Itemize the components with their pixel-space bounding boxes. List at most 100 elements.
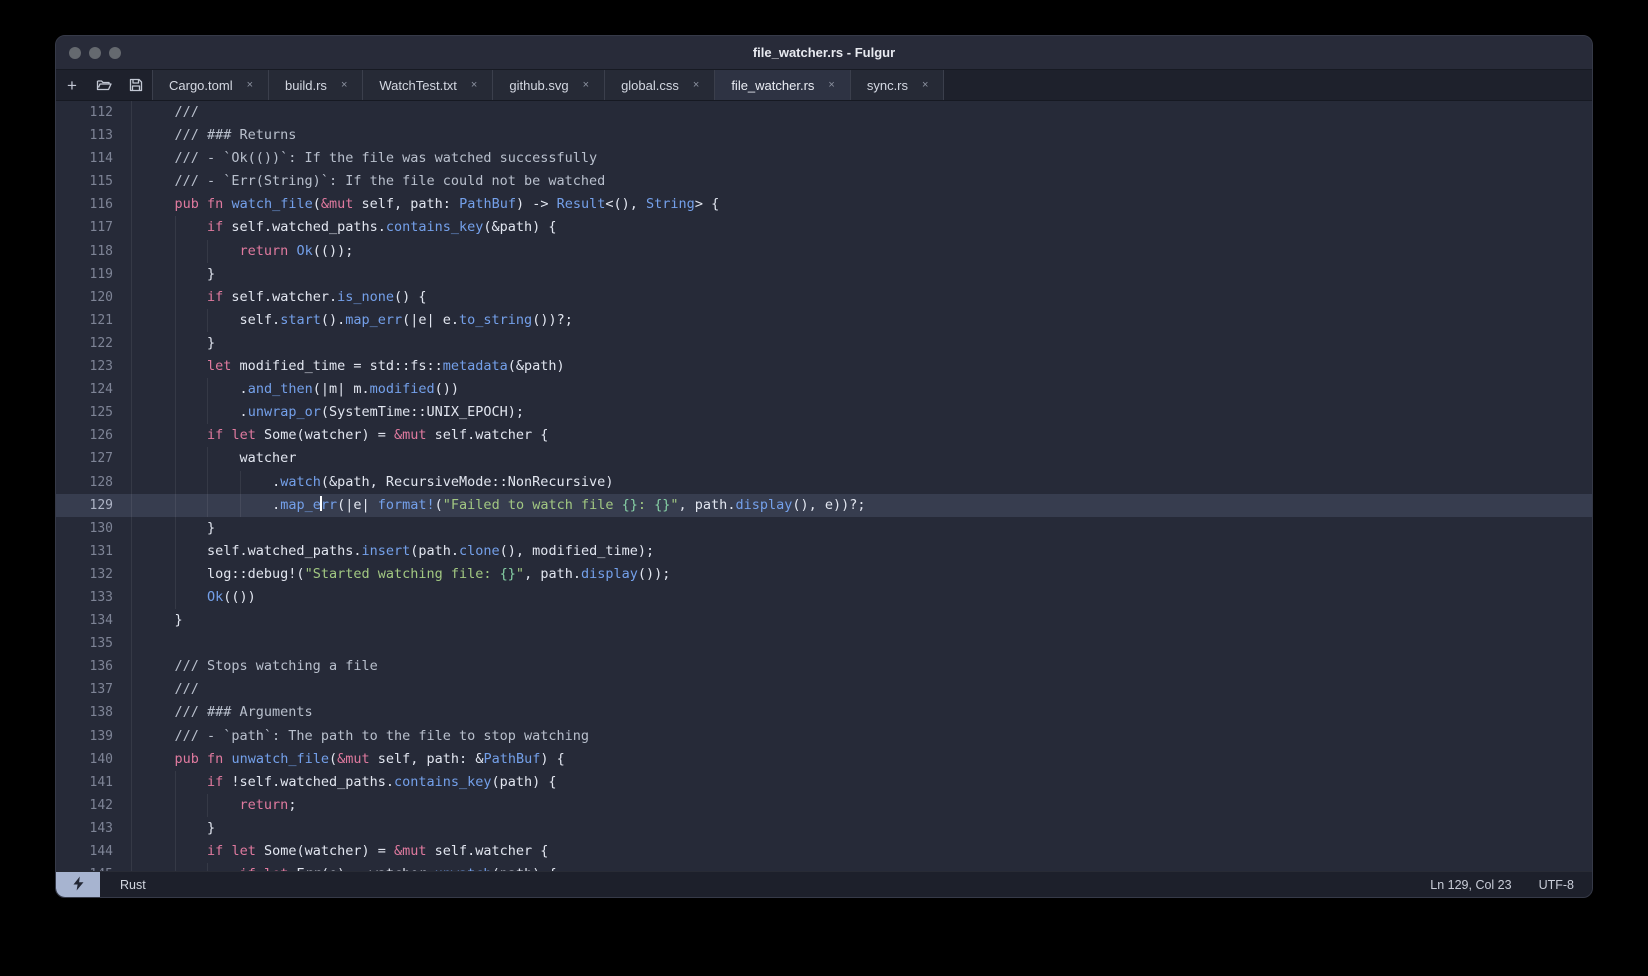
line-number[interactable]: 113 xyxy=(56,124,131,147)
tab-watchtest-txt[interactable]: WatchTest.txt× xyxy=(362,70,492,100)
folder-icon xyxy=(96,78,112,92)
line-number[interactable]: 120 xyxy=(56,286,131,309)
line-number[interactable]: 129 xyxy=(56,494,131,517)
line-number[interactable]: 125 xyxy=(56,401,131,424)
line-number[interactable]: 144 xyxy=(56,840,131,863)
language-badge[interactable] xyxy=(56,872,100,897)
line-number[interactable]: 135 xyxy=(56,632,131,655)
code-line-134[interactable]: 134 } xyxy=(56,609,1592,632)
code-line-129[interactable]: 129 .map_err(|e| format!("Failed to watc… xyxy=(56,494,1592,517)
line-number[interactable]: 127 xyxy=(56,447,131,470)
code-line-112[interactable]: 112 /// xyxy=(56,101,1592,124)
code-text: self.watched_paths.insert(path.clone(), … xyxy=(131,540,1592,563)
tab-close-icon[interactable]: × xyxy=(580,78,592,92)
code-line-135[interactable]: 135 xyxy=(56,632,1592,655)
tab-close-icon[interactable]: × xyxy=(825,78,837,92)
tab-cargo-toml[interactable]: Cargo.toml× xyxy=(152,70,268,100)
tab-github-svg[interactable]: github.svg× xyxy=(492,70,604,100)
line-number[interactable]: 142 xyxy=(56,794,131,817)
tab-global-css[interactable]: global.css× xyxy=(604,70,714,100)
code-text: /// xyxy=(131,678,1592,701)
code-line-136[interactable]: 136 /// Stops watching a file xyxy=(56,655,1592,678)
line-number[interactable]: 131 xyxy=(56,540,131,563)
code-line-127[interactable]: 127 watcher xyxy=(56,447,1592,470)
zoom-window-button[interactable] xyxy=(109,47,121,59)
code-line-140[interactable]: 140 pub fn unwatch_file(&mut self, path:… xyxy=(56,748,1592,771)
code-line-120[interactable]: 120 if self.watcher.is_none() { xyxy=(56,286,1592,309)
cursor-position-label[interactable]: Ln 129, Col 23 xyxy=(1430,878,1511,892)
code-line-115[interactable]: 115 /// - `Err(String)`: If the file cou… xyxy=(56,170,1592,193)
code-line-141[interactable]: 141 if !self.watched_paths.contains_key(… xyxy=(56,771,1592,794)
titlebar[interactable]: file_watcher.rs - Fulgur xyxy=(56,36,1592,70)
open-folder-button[interactable] xyxy=(88,70,120,100)
code-line-121[interactable]: 121 self.start().map_err(|e| e.to_string… xyxy=(56,309,1592,332)
tab-sync-rs[interactable]: sync.rs× xyxy=(850,70,945,100)
minimize-window-button[interactable] xyxy=(89,47,101,59)
line-number[interactable]: 116 xyxy=(56,193,131,216)
line-number[interactable]: 112 xyxy=(56,101,131,124)
code-line-130[interactable]: 130 } xyxy=(56,517,1592,540)
line-number[interactable]: 119 xyxy=(56,263,131,286)
line-number[interactable]: 124 xyxy=(56,378,131,401)
language-label[interactable]: Rust xyxy=(120,878,146,892)
encoding-label[interactable]: UTF-8 xyxy=(1539,878,1574,892)
code-line-132[interactable]: 132 log::debug!("Started watching file: … xyxy=(56,563,1592,586)
code-line-142[interactable]: 142 return; xyxy=(56,794,1592,817)
tab-close-icon[interactable]: × xyxy=(690,78,702,92)
line-number[interactable]: 115 xyxy=(56,170,131,193)
code-line-143[interactable]: 143 } xyxy=(56,817,1592,840)
code-line-124[interactable]: 124 .and_then(|m| m.modified()) xyxy=(56,378,1592,401)
line-number[interactable]: 140 xyxy=(56,748,131,771)
save-button[interactable] xyxy=(120,70,152,100)
line-number[interactable]: 143 xyxy=(56,817,131,840)
code-line-131[interactable]: 131 self.watched_paths.insert(path.clone… xyxy=(56,540,1592,563)
code-line-145[interactable]: 145 if let Err(e) = watcher.unwatch(path… xyxy=(56,863,1592,871)
code-line-122[interactable]: 122 } xyxy=(56,332,1592,355)
code-line-113[interactable]: 113 /// ### Returns xyxy=(56,124,1592,147)
line-number[interactable]: 136 xyxy=(56,655,131,678)
line-number[interactable]: 138 xyxy=(56,701,131,724)
line-number[interactable]: 132 xyxy=(56,563,131,586)
line-number[interactable]: 134 xyxy=(56,609,131,632)
code-line-139[interactable]: 139 /// - `path`: The path to the file t… xyxy=(56,725,1592,748)
code-line-138[interactable]: 138 /// ### Arguments xyxy=(56,701,1592,724)
code-line-126[interactable]: 126 if let Some(watcher) = &mut self.wat… xyxy=(56,424,1592,447)
code-line-119[interactable]: 119 } xyxy=(56,263,1592,286)
line-number[interactable]: 121 xyxy=(56,309,131,332)
line-number[interactable]: 145 xyxy=(56,863,131,871)
tab-close-icon[interactable]: × xyxy=(244,78,256,92)
code-line-125[interactable]: 125 .unwrap_or(SystemTime::UNIX_EPOCH); xyxy=(56,401,1592,424)
code-line-116[interactable]: 116 pub fn watch_file(&mut self, path: P… xyxy=(56,193,1592,216)
line-number[interactable]: 130 xyxy=(56,517,131,540)
tab-label: build.rs xyxy=(285,78,327,93)
line-number[interactable]: 123 xyxy=(56,355,131,378)
tab-close-icon[interactable]: × xyxy=(919,78,931,92)
line-number[interactable]: 141 xyxy=(56,771,131,794)
code-editor[interactable]: 112 ///113 /// ### Returns114 /// - `Ok(… xyxy=(56,101,1592,871)
code-line-133[interactable]: 133 Ok(()) xyxy=(56,586,1592,609)
code-line-117[interactable]: 117 if self.watched_paths.contains_key(&… xyxy=(56,216,1592,239)
line-number[interactable]: 126 xyxy=(56,424,131,447)
code-text: /// ### Returns xyxy=(131,124,1592,147)
tab-build-rs[interactable]: build.rs × xyxy=(268,70,362,100)
line-number[interactable]: 133 xyxy=(56,586,131,609)
close-window-button[interactable] xyxy=(69,47,81,59)
line-number[interactable]: 114 xyxy=(56,147,131,170)
tab-close-icon[interactable]: × xyxy=(468,78,480,92)
line-number[interactable]: 117 xyxy=(56,216,131,239)
line-number[interactable]: 128 xyxy=(56,471,131,494)
line-number[interactable]: 118 xyxy=(56,240,131,263)
line-number[interactable]: 139 xyxy=(56,725,131,748)
code-line-128[interactable]: 128 .watch(&path, RecursiveMode::NonRecu… xyxy=(56,471,1592,494)
code-line-118[interactable]: 118 return Ok(()); xyxy=(56,240,1592,263)
code-line-144[interactable]: 144 if let Some(watcher) = &mut self.wat… xyxy=(56,840,1592,863)
code-line-137[interactable]: 137 /// xyxy=(56,678,1592,701)
new-file-button[interactable]: + xyxy=(56,70,88,100)
code-line-123[interactable]: 123 let modified_time = std::fs::metadat… xyxy=(56,355,1592,378)
code-text: pub fn watch_file(&mut self, path: PathB… xyxy=(131,193,1592,216)
line-number[interactable]: 122 xyxy=(56,332,131,355)
tab-file-watcher-rs[interactable]: file_watcher.rs× xyxy=(714,70,850,100)
line-number[interactable]: 137 xyxy=(56,678,131,701)
code-line-114[interactable]: 114 /// - `Ok(())`: If the file was watc… xyxy=(56,147,1592,170)
tab-close-icon[interactable]: × xyxy=(338,78,350,92)
